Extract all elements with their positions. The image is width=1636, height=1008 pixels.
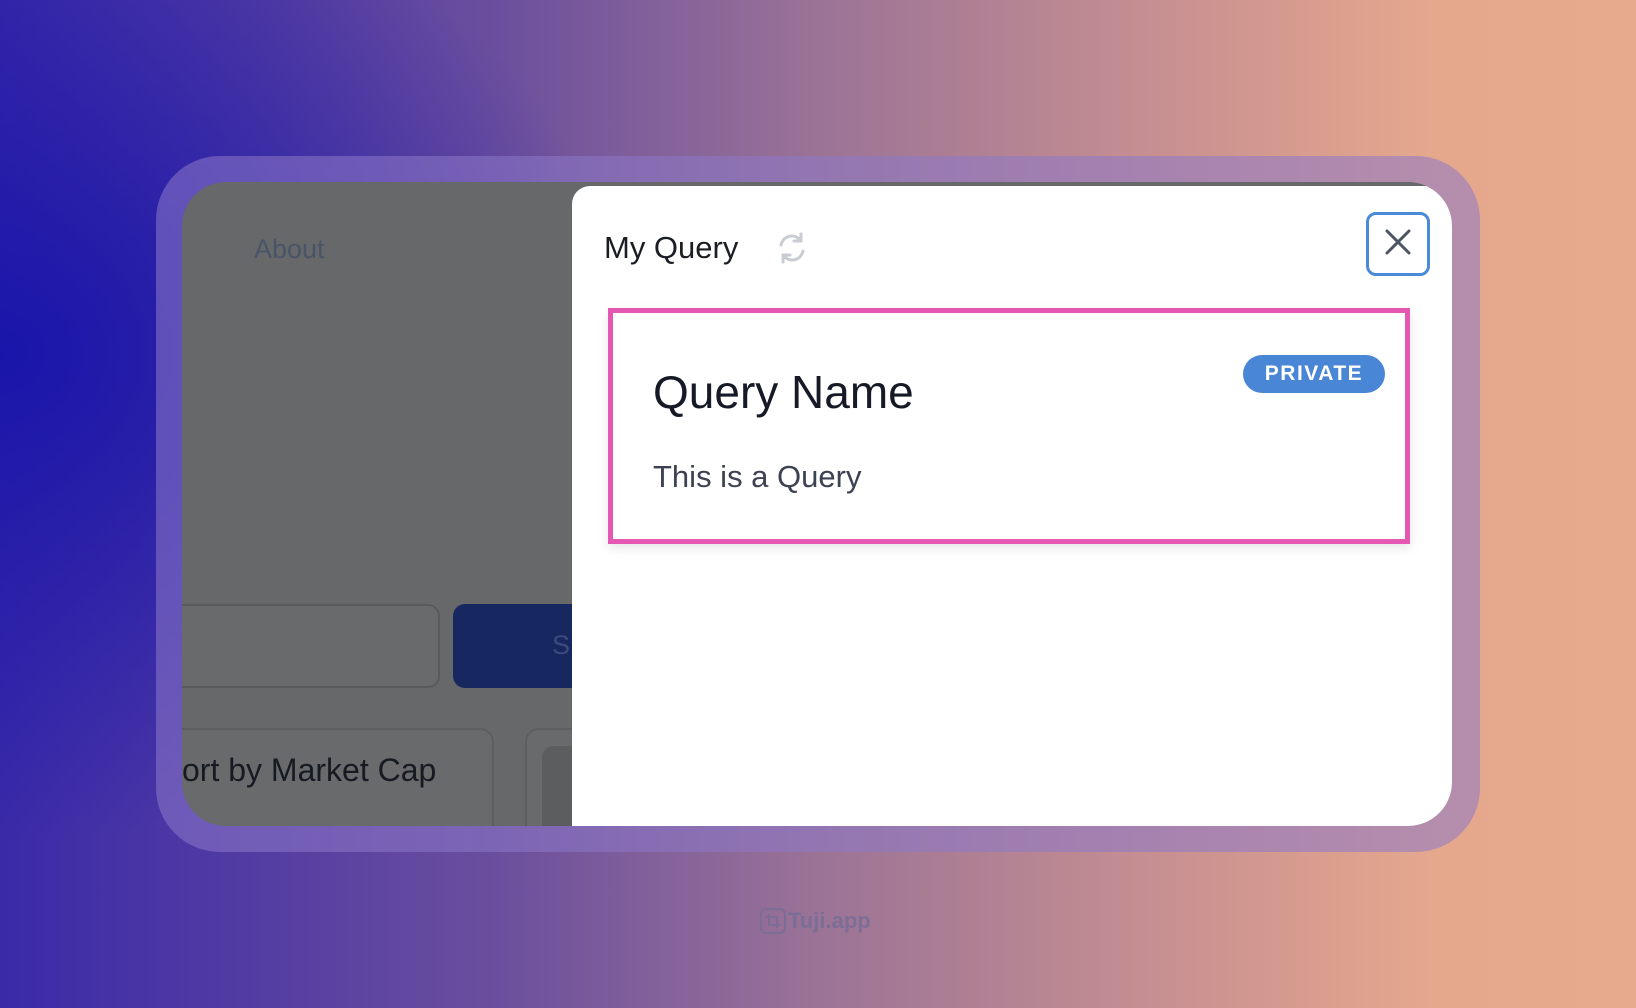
query-panel: My Query Query Name PRIVATE This is a Qu… (572, 186, 1452, 826)
app-screen: About S ort by Market Cap My Query Query… (182, 182, 1452, 826)
private-badge: PRIVATE (1243, 355, 1385, 393)
crop-icon (760, 908, 786, 934)
nav-about-link[interactable]: About (254, 234, 325, 265)
close-button[interactable] (1366, 212, 1430, 276)
refresh-icon[interactable] (774, 230, 810, 266)
query-card[interactable]: Query Name PRIVATE This is a Query (608, 308, 1410, 544)
sort-by-market-cap-label: ort by Market Cap (182, 752, 437, 788)
search-button-label: S (552, 630, 571, 660)
search-input[interactable] (182, 604, 440, 688)
watermark-text: Tuji.app (788, 908, 871, 933)
watermark: Tuji.app (760, 908, 871, 934)
panel-title: My Query (604, 230, 739, 265)
query-name: Query Name (653, 366, 914, 418)
query-description: This is a Query (653, 459, 862, 494)
close-icon (1384, 228, 1412, 261)
